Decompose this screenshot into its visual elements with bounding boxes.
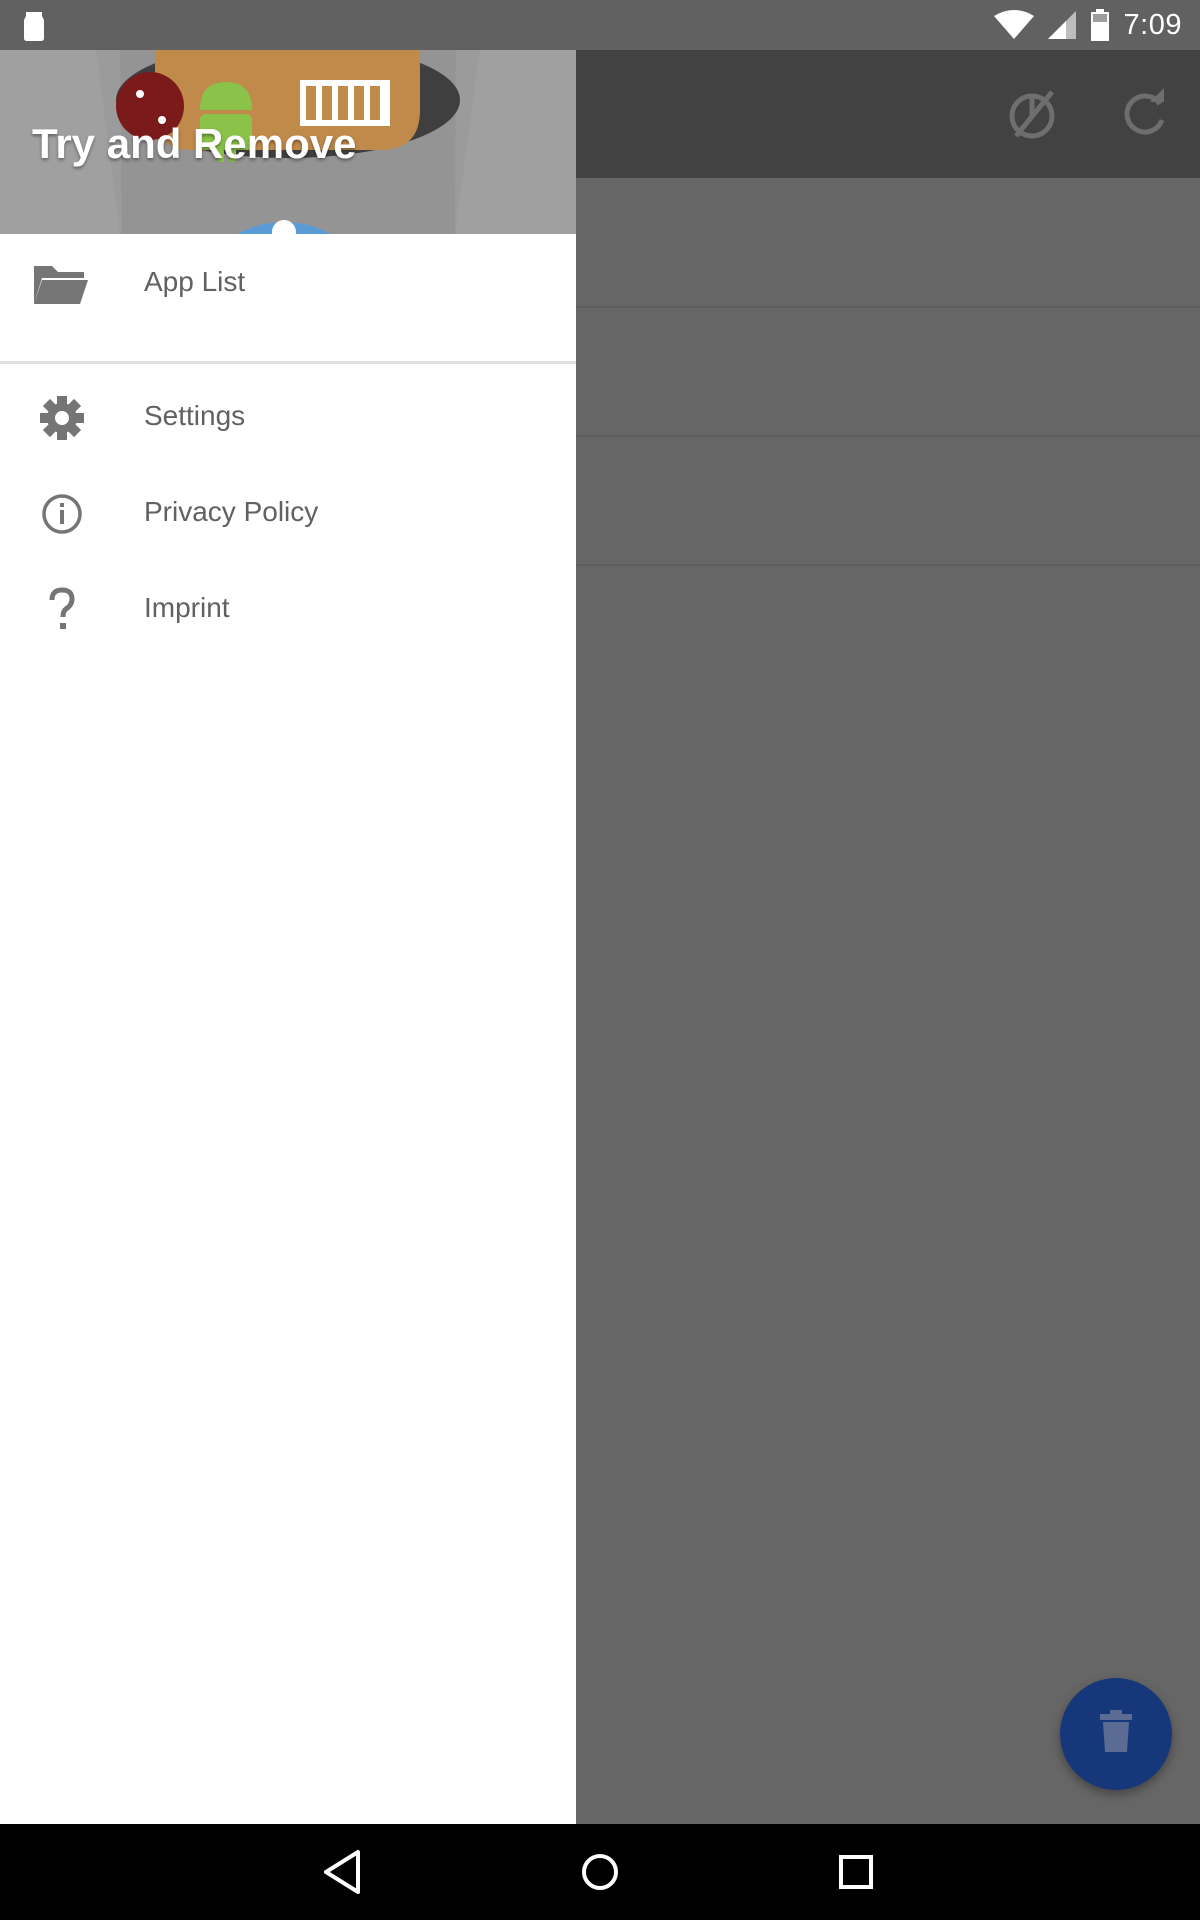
status-time: 7:09 (1123, 8, 1182, 41)
list-item (576, 307, 1200, 437)
trash-icon (1100, 1710, 1132, 1752)
folder-icon (34, 266, 88, 304)
drawer-item-label: Settings (144, 400, 246, 431)
system-nav-bar (0, 1824, 1200, 1920)
list-item (576, 436, 1200, 566)
drawer-title: Try and Remove (32, 120, 357, 167)
drawer-item-label: Imprint (144, 592, 230, 623)
cell-signal-icon (1047, 11, 1076, 39)
gear-icon (40, 396, 84, 440)
home-icon[interactable] (574, 1846, 626, 1898)
drawer-divider (0, 361, 576, 364)
drawer-item-imprint[interactable]: Imprint (0, 562, 576, 658)
info-icon (42, 494, 82, 534)
drawer-item-label: Privacy Policy (144, 496, 319, 527)
drawer-item-label: App List (144, 266, 246, 297)
list-item (576, 178, 1200, 308)
status-icons: 7:09 (993, 0, 1182, 50)
back-icon[interactable] (318, 1846, 370, 1898)
question-icon (49, 587, 75, 629)
recents-icon[interactable] (830, 1846, 882, 1898)
wifi-icon (993, 10, 1034, 39)
drawer-header: Try and Remove (0, 50, 576, 234)
drawer-item-privacy-policy[interactable]: Privacy Policy (0, 466, 576, 562)
app-notification-icon (24, 12, 44, 41)
delete-fab-button[interactable] (1060, 1678, 1172, 1790)
battery-icon (1090, 9, 1109, 41)
refresh-icon[interactable] (1116, 86, 1172, 142)
drawer-item-app-list[interactable]: App List (0, 236, 576, 332)
status-bar: 7:09 (0, 0, 1200, 50)
drawer-item-settings[interactable]: Settings (0, 370, 576, 466)
navigation-drawer: Try and Remove App List Settings Privacy… (0, 50, 576, 1824)
timer-off-icon[interactable] (1004, 86, 1060, 142)
